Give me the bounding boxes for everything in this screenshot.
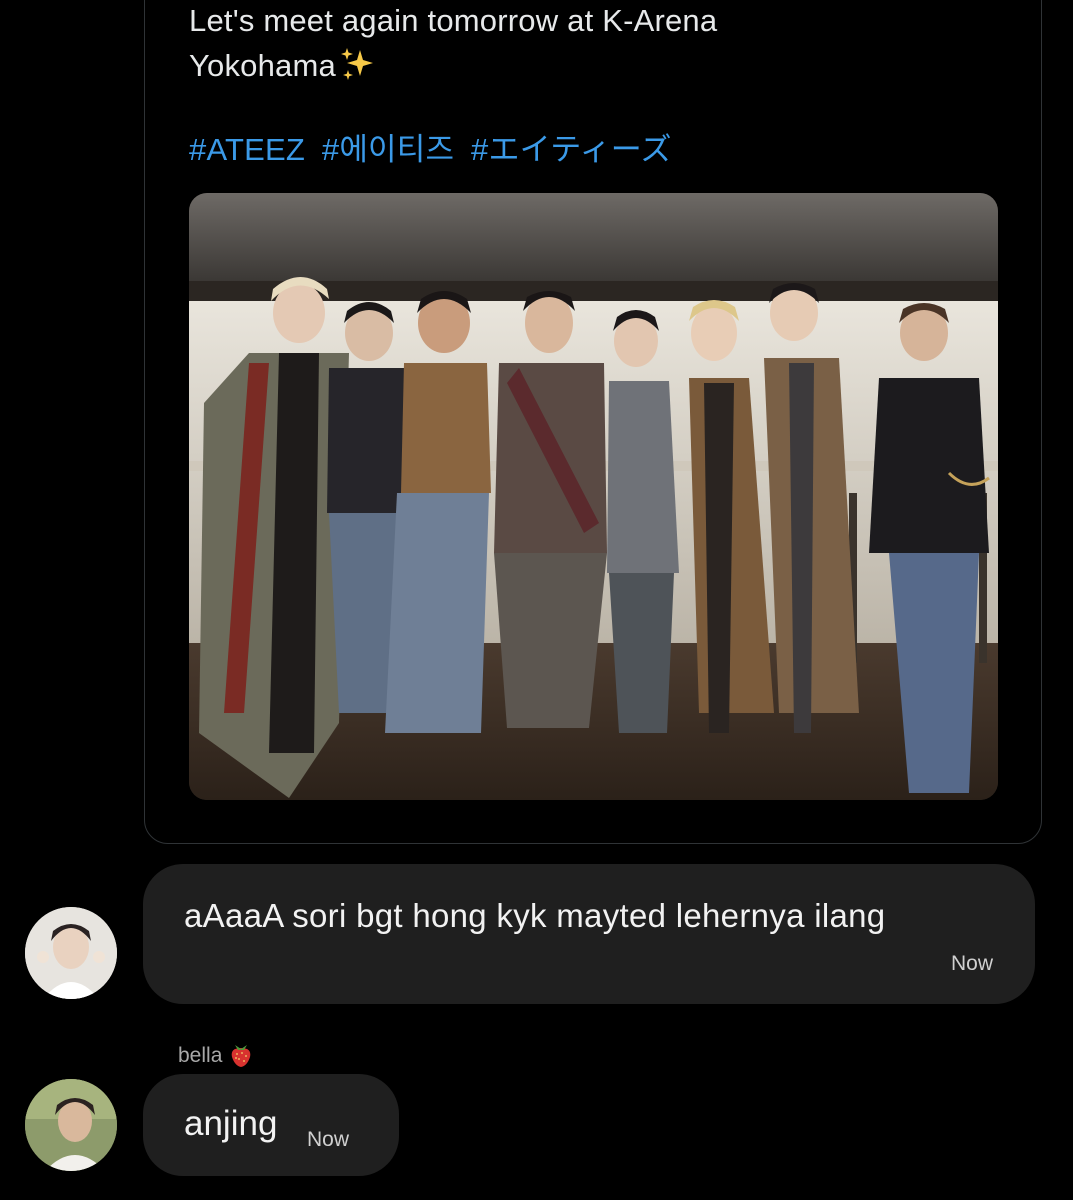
sparkles-icon (338, 46, 378, 82)
avatar[interactable] (25, 907, 117, 999)
message-bubble[interactable]: anjing Now (143, 1074, 399, 1176)
sender-name-text: bella (178, 1044, 223, 1067)
chat-screen: Let's meet again tomorrow at K-Arena Yok… (0, 0, 1073, 1200)
hashtag-link[interactable]: #エイティーズ (471, 132, 672, 167)
hashtag-link[interactable]: #ATEEZ (189, 132, 305, 167)
message-text: anjing (184, 1104, 278, 1143)
avatar[interactable] (25, 1079, 117, 1171)
sender-name: bella (178, 1040, 254, 1068)
group-photo[interactable] (189, 193, 998, 800)
message-text: aAaaA sori bgt hong kyk mayted lehernya … (184, 897, 886, 934)
strawberry-icon (228, 1040, 254, 1068)
shared-post-text-line: Yokohama (189, 48, 336, 83)
hashtag-link[interactable]: #에이티즈 (322, 132, 454, 167)
shared-post-text-line: Let's meet again tomorrow at K-Arena (189, 3, 718, 38)
message-timestamp: Now (950, 952, 993, 975)
message-bubble[interactable]: aAaaA sori bgt hong kyk mayted lehernya … (143, 864, 1035, 1004)
shared-post-text: Let's meet again tomorrow at K-Arena Yok… (189, 0, 889, 88)
message-timestamp: Now (307, 1128, 350, 1151)
hashtag-list: #ATEEZ #에이티즈 #エイティーズ (189, 128, 680, 172)
